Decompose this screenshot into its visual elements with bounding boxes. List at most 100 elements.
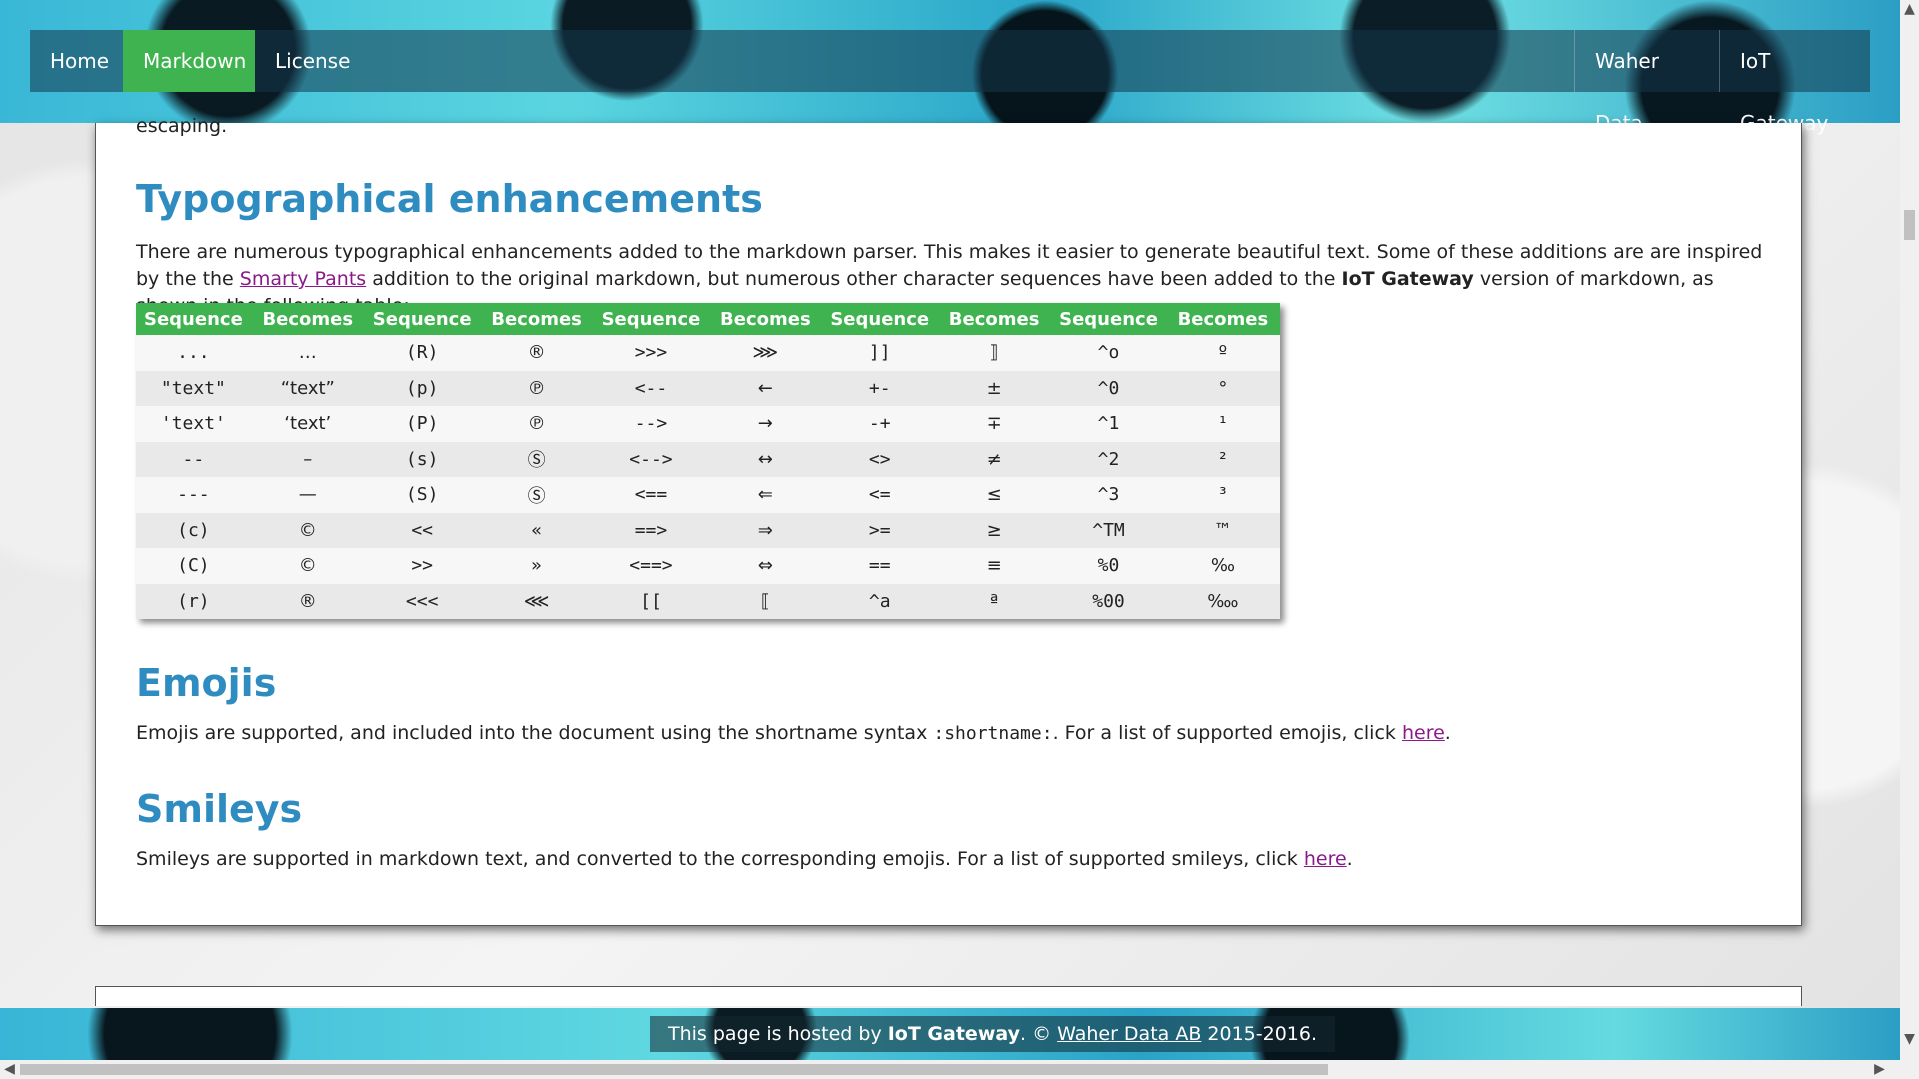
shortname-code: :shortname: bbox=[933, 723, 1053, 744]
sequence-cell: ^a bbox=[822, 583, 938, 619]
becomes-cell: ∓ bbox=[937, 406, 1052, 442]
next-section-box bbox=[95, 986, 1802, 1006]
col-header: Sequence bbox=[1051, 303, 1166, 335]
becomes-cell: ≤ bbox=[937, 477, 1052, 513]
becomes-cell: ≥ bbox=[937, 512, 1052, 548]
becomes-cell: » bbox=[479, 548, 594, 584]
sequence-cell: [[ bbox=[593, 583, 709, 619]
becomes-cell: ® bbox=[479, 335, 594, 371]
scroll-up-icon[interactable]: ▲ bbox=[1900, 0, 1919, 19]
sequence-cell: (P) bbox=[364, 406, 480, 442]
becomes-cell: Ⓢ bbox=[479, 441, 594, 477]
becomes-cell: º bbox=[1165, 335, 1280, 371]
sequence-cell: (r) bbox=[136, 583, 251, 619]
vertical-scroll-thumb[interactable] bbox=[1904, 210, 1915, 240]
sequence-cell: ]] bbox=[822, 335, 938, 371]
sequence-cell: (p) bbox=[364, 370, 480, 406]
sequence-cell: (C) bbox=[136, 548, 251, 584]
smileys-heading: Smileys bbox=[136, 787, 303, 831]
sequence-cell: <> bbox=[822, 441, 938, 477]
sequence-cell: >> bbox=[364, 548, 480, 584]
footer-bold: IoT Gateway bbox=[887, 1023, 1020, 1045]
sequence-cell: <<< bbox=[364, 583, 480, 619]
col-header: Becomes bbox=[1165, 303, 1280, 335]
sequence-cell: ==> bbox=[593, 512, 709, 548]
becomes-cell: … bbox=[250, 335, 365, 371]
becomes-cell: ⇔ bbox=[708, 548, 823, 584]
table-row: (c) © << «==> ⇒ >= ≥ ^TM ™ bbox=[136, 512, 1280, 548]
nav-waher-data[interactable]: Waher Data bbox=[1575, 30, 1719, 135]
sequence-cell: "text" bbox=[136, 370, 251, 406]
sequence-cell: (R) bbox=[364, 335, 480, 371]
sequence-cell: <== bbox=[593, 477, 709, 513]
becomes-cell: — bbox=[250, 477, 365, 513]
becomes-cell: © bbox=[250, 548, 365, 584]
col-header: Becomes bbox=[250, 303, 365, 335]
emojis-text-3: . bbox=[1444, 722, 1451, 744]
becomes-cell: ⇒ bbox=[708, 512, 823, 548]
becomes-cell: ℗ bbox=[479, 406, 594, 442]
nav-license[interactable]: License bbox=[255, 30, 355, 92]
table-row: ...… (R) ® >>> ⋙]] ⟧ ^o º bbox=[136, 335, 1280, 371]
becomes-cell: ‘text’ bbox=[250, 406, 365, 442]
emojis-paragraph: Emojis are supported, and included into … bbox=[136, 720, 1776, 747]
smarty-pants-link[interactable]: Smarty Pants bbox=[240, 268, 366, 290]
sequence-cell: >>> bbox=[593, 335, 709, 371]
sequence-cell: +- bbox=[822, 370, 938, 406]
footer-banner: This page is hosted by IoT Gateway. © Wa… bbox=[0, 1008, 1900, 1060]
typo-intro-bold: IoT Gateway bbox=[1341, 268, 1474, 290]
sequence-cell: -- bbox=[136, 441, 251, 477]
horizontal-scrollbar[interactable]: ◀ ▶ bbox=[0, 1060, 1919, 1079]
col-header: Sequence bbox=[136, 303, 251, 335]
escaping-fragment: escaping. bbox=[136, 115, 228, 137]
becomes-cell: ± bbox=[937, 370, 1052, 406]
table-row: (r) ® <<< ⋘[[⟦ ^a ª %00 ‱ bbox=[136, 583, 1280, 619]
table-row: "text" “text” (p) ℗ <-- ← +- ± ^0 ° bbox=[136, 370, 1280, 406]
waher-data-ab-link[interactable]: Waher Data AB bbox=[1057, 1023, 1201, 1045]
sequence-cell: ^TM bbox=[1051, 512, 1166, 548]
typography-table-body: ...… (R) ® >>> ⋙]] ⟧ ^o º "text" “text” (p) ℗ <-- ← +-… bbox=[136, 335, 1280, 619]
sequence-cell: ^3 bbox=[1051, 477, 1166, 513]
col-header: Sequence bbox=[822, 303, 938, 335]
sequence-cell: ^o bbox=[1051, 335, 1166, 371]
main-content: escaping. Typographical enhancements The… bbox=[95, 115, 1802, 926]
becomes-cell: ↔ bbox=[708, 441, 823, 477]
typo-heading: Typographical enhancements bbox=[136, 177, 763, 221]
nav-home[interactable]: Home bbox=[30, 30, 118, 92]
becomes-cell: ™ bbox=[1165, 512, 1280, 548]
vertical-scrollbar[interactable]: ▲ ▼ bbox=[1900, 0, 1919, 1060]
nav-iot-gateway[interactable]: IoT Gateway bbox=[1720, 30, 1870, 135]
nav-markdown[interactable]: Markdown bbox=[123, 30, 255, 92]
sequence-cell: >= bbox=[822, 512, 938, 548]
sequence-cell: ^1 bbox=[1051, 406, 1166, 442]
becomes-cell: “text” bbox=[250, 370, 365, 406]
scroll-down-icon[interactable]: ▼ bbox=[1900, 1030, 1919, 1049]
becomes-cell: ≠ bbox=[937, 441, 1052, 477]
scroll-left-icon[interactable]: ◀ bbox=[0, 1060, 19, 1079]
emojis-heading: Emojis bbox=[136, 661, 277, 705]
horizontal-scroll-thumb[interactable] bbox=[20, 1064, 1328, 1075]
becomes-cell: ‱ bbox=[1165, 583, 1280, 619]
col-header: Becomes bbox=[937, 303, 1052, 335]
sequence-cell: (s) bbox=[364, 441, 480, 477]
becomes-cell: ® bbox=[250, 583, 365, 619]
becomes-cell: ← bbox=[708, 370, 823, 406]
becomes-cell: ² bbox=[1165, 441, 1280, 477]
becomes-cell: ¹ bbox=[1165, 406, 1280, 442]
becomes-cell: ⋙ bbox=[708, 335, 823, 371]
sequence-cell: -+ bbox=[822, 406, 938, 442]
typography-table: Sequence Becomes Sequence Becomes Sequen… bbox=[136, 303, 1280, 619]
smileys-text-2: . bbox=[1346, 848, 1353, 870]
sequence-cell: ^2 bbox=[1051, 441, 1166, 477]
sequence-cell: <-- bbox=[593, 370, 709, 406]
col-header: Sequence bbox=[593, 303, 709, 335]
emojis-here-link[interactable]: here bbox=[1402, 722, 1445, 744]
col-header: Sequence bbox=[364, 303, 480, 335]
table-row: --- — (S) Ⓢ <== ⇐ <= ≤ ^3 ³ bbox=[136, 477, 1280, 513]
sequence-cell: %0 bbox=[1051, 548, 1166, 584]
becomes-cell: ≡ bbox=[937, 548, 1052, 584]
scroll-right-icon[interactable]: ▶ bbox=[1870, 1060, 1889, 1079]
typo-intro-text-2: addition to the original markdown, but n… bbox=[366, 268, 1342, 290]
becomes-cell: ⇐ bbox=[708, 477, 823, 513]
smileys-here-link[interactable]: here bbox=[1304, 848, 1347, 870]
